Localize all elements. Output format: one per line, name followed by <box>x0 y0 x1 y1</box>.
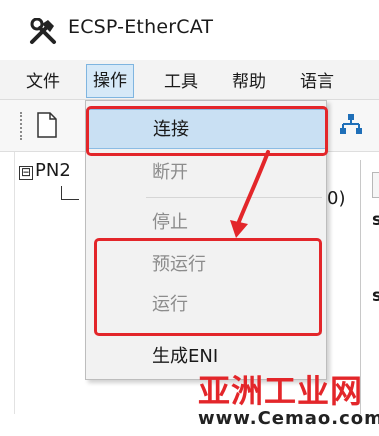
tools-icon <box>30 18 56 44</box>
annotation-highlight-run-states <box>94 238 322 336</box>
menu-item-disconnect[interactable]: 断开 <box>86 153 326 193</box>
menu-help[interactable]: 帮助 <box>226 68 272 96</box>
menu-file[interactable]: 文件 <box>20 68 66 96</box>
network-icon[interactable] <box>338 112 364 138</box>
menu-language[interactable]: 语言 <box>294 68 340 96</box>
annotation-highlight-connect <box>86 106 328 156</box>
tree-connector <box>61 186 79 200</box>
new-document-icon[interactable] <box>34 111 60 139</box>
menu-bar: 文件 操作 工具 帮助 语言 <box>0 60 379 100</box>
menu-item-stop[interactable]: 停止 <box>86 203 326 243</box>
window-title: ECSP-EtherCAT <box>68 16 214 38</box>
title-bar: ECSP-EtherCAT <box>0 0 379 60</box>
tree-child-node-text[interactable]: 0) <box>327 188 345 209</box>
watermark-site-name: 亚洲工业网 <box>198 372 364 410</box>
watermark-url: www.Cemao.com <box>198 408 379 429</box>
menu-tools[interactable]: 工具 <box>158 68 204 96</box>
toolbar-grip[interactable] <box>20 112 24 140</box>
property-field[interactable] <box>372 172 379 198</box>
annotation-arrow <box>230 150 270 238</box>
property-label: s <box>372 286 379 306</box>
tree-collapse-toggle[interactable]: ⊟ <box>19 166 33 180</box>
tree-root-node[interactable]: PN2 <box>35 160 71 181</box>
property-label: s <box>372 210 379 230</box>
menu-operation[interactable]: 操作 <box>86 64 134 98</box>
